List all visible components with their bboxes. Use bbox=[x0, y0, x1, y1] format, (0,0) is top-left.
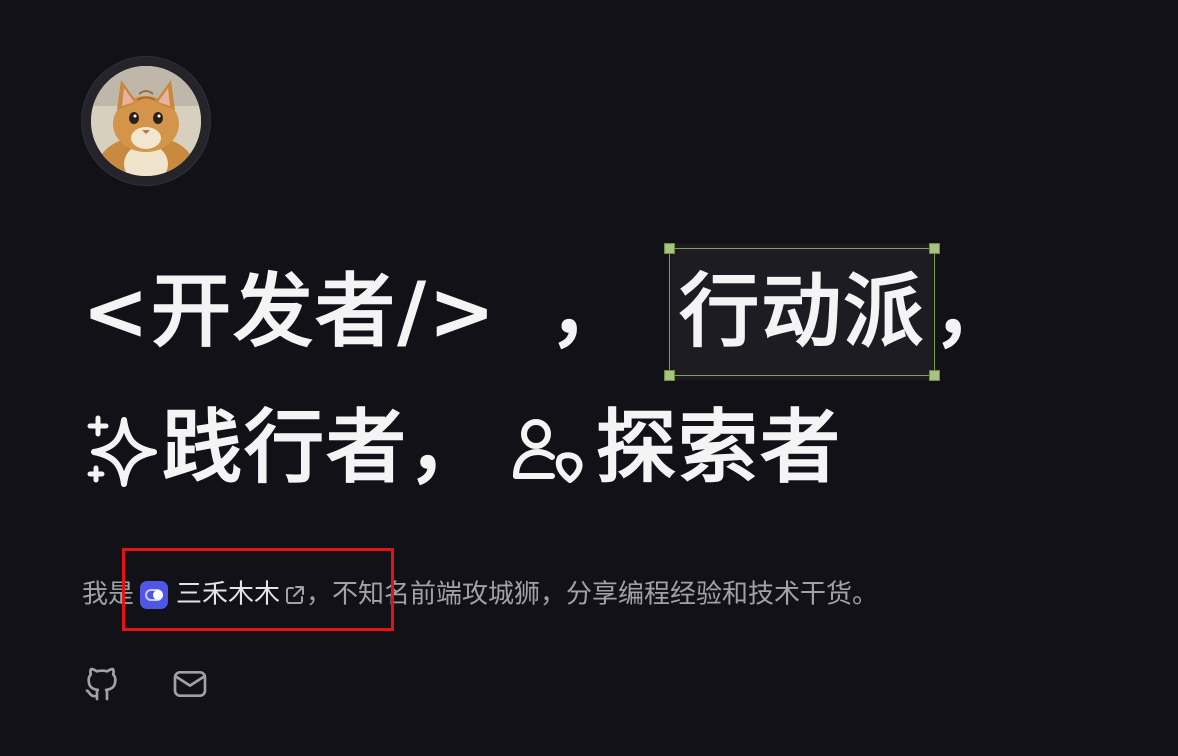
mail-icon bbox=[173, 671, 207, 697]
avatar bbox=[82, 57, 210, 185]
bio-suffix: ，不知名前端攻城狮，分享编程经验和技术干货。 bbox=[306, 579, 879, 610]
toggle-brand-icon bbox=[140, 580, 169, 609]
heading-developer-tag: <开发者/> bbox=[82, 265, 498, 358]
selection-handle-top-left[interactable] bbox=[664, 243, 676, 254]
github-link[interactable] bbox=[82, 664, 122, 704]
heading-comma: ， bbox=[549, 265, 632, 358]
heading-explorer: 探索者 bbox=[596, 401, 842, 494]
sparkles-icon bbox=[87, 415, 157, 487]
external-link-icon bbox=[286, 585, 305, 604]
heading-practitioner: 践行者， bbox=[162, 401, 490, 494]
heading-selected-word[interactable]: 行动派 bbox=[664, 243, 941, 381]
bio-text: 我是 三禾木木 ，不知名前端攻城狮，分享编程经验和技术干货。 bbox=[82, 574, 878, 615]
users-icon bbox=[513, 419, 583, 483]
author-name: 三禾木木 bbox=[176, 579, 281, 610]
heading-line-2: 践行者， 探索者 bbox=[82, 380, 1015, 516]
heading-comma-end: ， bbox=[933, 265, 1016, 358]
email-link[interactable] bbox=[170, 664, 210, 704]
heading-action-word: 行动派 bbox=[679, 265, 926, 358]
avatar-image bbox=[91, 66, 201, 176]
bio-prefix: 我是 bbox=[82, 579, 135, 610]
heading-line-1: <开发者/>，行动派， bbox=[82, 243, 1016, 381]
hero-heading: <开发者/>，行动派， 践行者， 探索者 bbox=[82, 243, 1016, 516]
github-icon bbox=[85, 667, 117, 701]
author-link[interactable]: 三禾木木 bbox=[134, 574, 306, 615]
